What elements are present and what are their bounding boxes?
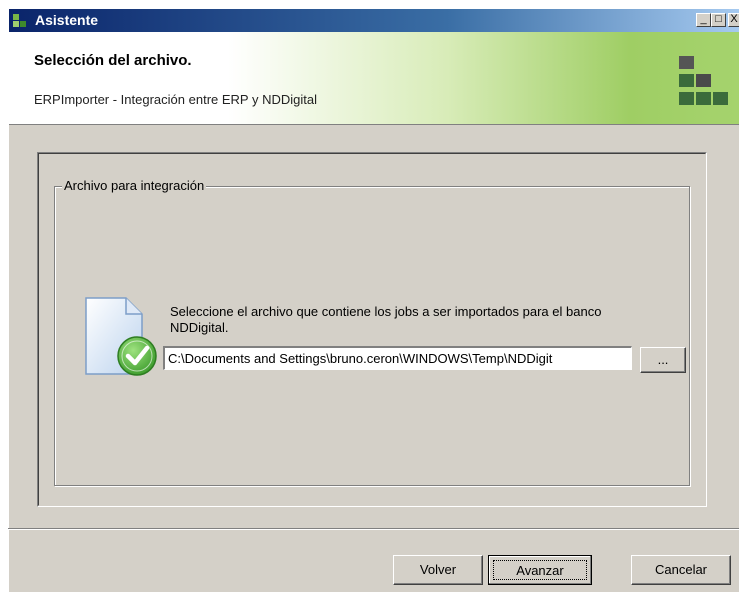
instruction-text: Seleccione el archivo que contiene los j… <box>170 304 602 335</box>
cancel-button[interactable]: Cancelar <box>631 555 731 585</box>
close-button[interactable]: X <box>728 13 739 27</box>
minimize-button[interactable]: _ <box>696 13 711 27</box>
maximize-button[interactable]: □ <box>711 13 726 27</box>
next-button[interactable]: Avanzar <box>488 555 592 585</box>
document-check-icon <box>80 296 160 384</box>
browse-button[interactable]: ... <box>640 347 686 373</box>
page-subtitle: ERPImporter - Integración entre ERP y ND… <box>34 92 317 107</box>
app-icon <box>13 14 27 28</box>
file-path-input[interactable] <box>163 346 632 370</box>
title-bar[interactable]: Asistente _ □ X <box>9 9 739 32</box>
back-button[interactable]: Volver <box>393 555 483 585</box>
page-title: Selección del archivo. <box>34 52 192 69</box>
footer-separator <box>8 528 739 530</box>
wizard-header: Selección del archivo. ERPImporter - Int… <box>9 32 739 125</box>
groupbox-legend: Archivo para integración <box>62 178 207 193</box>
nddigital-logo-icon <box>677 56 729 110</box>
window-title: Asistente <box>35 12 99 28</box>
